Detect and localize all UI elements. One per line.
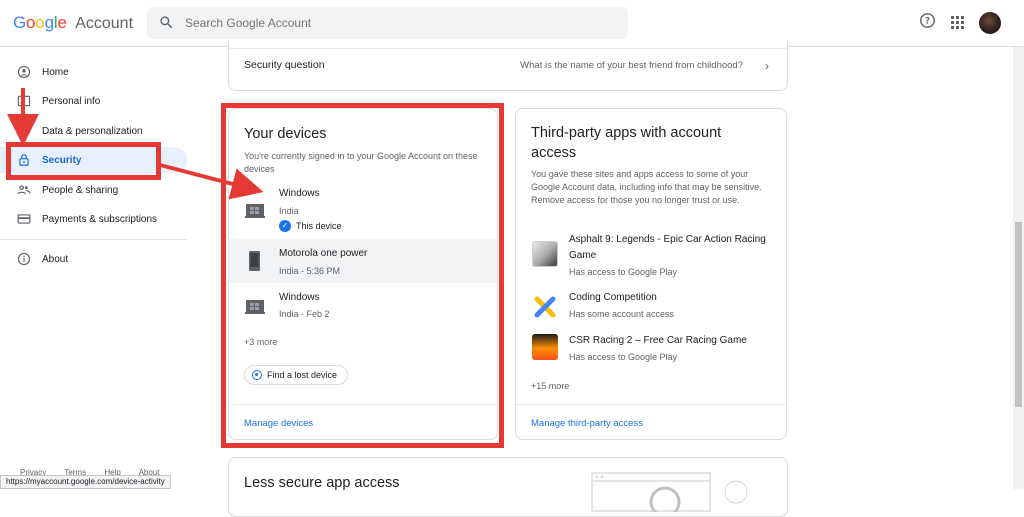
browser-status-bar: https://myaccount.google.com/device-acti… [0, 475, 171, 489]
arrow-to-devices [159, 163, 264, 200]
annotation-arrows [7, 88, 264, 200]
